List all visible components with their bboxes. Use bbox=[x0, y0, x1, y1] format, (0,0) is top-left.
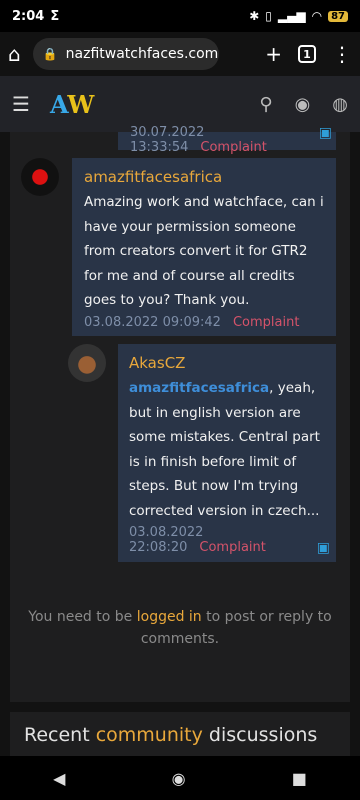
status-icons: ✱ ▯ ▂▄▆ ◠ 87 bbox=[249, 9, 348, 23]
bluetooth-icon: ✱ bbox=[249, 9, 260, 23]
menu-dots-icon[interactable]: ⋮ bbox=[332, 42, 352, 66]
comment-meta: 30.07.2022 13:33:54 Complaint bbox=[130, 125, 336, 155]
site-header: ☰ AW ⚲ ◉ ◍ bbox=[0, 76, 360, 132]
recent-discussions-title: Recent community discussions bbox=[24, 724, 318, 746]
comment-text: Amazing work and watchface, can i have y… bbox=[84, 194, 324, 308]
mention-link[interactable]: amazfitfacesafrica bbox=[129, 380, 269, 396]
comment-previous: 30.07.2022 13:33:54 Complaint ▣ bbox=[118, 125, 336, 155]
sigma-icon: Σ bbox=[50, 8, 60, 24]
login-prompt: You need to be logged in to post or repl… bbox=[28, 609, 332, 647]
comment-text: amazfitfacesafrica, yeah, but in english… bbox=[129, 380, 320, 519]
vibrate-icon: ▯ bbox=[265, 9, 272, 23]
browser-actions: + 1 ⋮ bbox=[265, 42, 352, 66]
avatar[interactable] bbox=[21, 158, 59, 196]
status-time: 2:04 bbox=[12, 8, 45, 24]
android-icon: ▣ bbox=[318, 125, 332, 141]
hamburger-menu-icon[interactable]: ☰ bbox=[12, 92, 30, 116]
address-bar[interactable]: 🔒 nazfitwatchfaces.com bbox=[32, 38, 219, 70]
url-text: nazfitwatchfaces.com bbox=[65, 46, 219, 62]
home-circle-icon[interactable]: ◉ bbox=[172, 769, 186, 788]
home-icon[interactable]: ⌂ bbox=[8, 42, 21, 66]
comment-author[interactable]: amazfitfacesafrica bbox=[84, 168, 324, 186]
complaint-link[interactable]: Complaint bbox=[233, 315, 299, 330]
comment-meta: 03.08.2022 22:08:20 Complaint bbox=[129, 525, 325, 555]
recents-icon[interactable]: ■ bbox=[292, 769, 307, 788]
complaint-link[interactable]: Complaint bbox=[199, 540, 265, 555]
globe-icon[interactable]: ◍ bbox=[332, 94, 348, 115]
new-tab-icon[interactable]: + bbox=[265, 42, 282, 66]
avatar[interactable] bbox=[68, 344, 106, 382]
status-bar: 2:04 Σ ✱ ▯ ▂▄▆ ◠ 87 bbox=[0, 0, 360, 32]
tab-switcher-button[interactable]: 1 bbox=[298, 45, 316, 63]
comment-date: 03.08.2022 22:08:20 bbox=[129, 525, 204, 555]
comment-date: 30.07.2022 13:33:54 bbox=[130, 125, 205, 155]
system-nav-bar: ◀ ◉ ■ bbox=[0, 756, 360, 800]
site-logo[interactable]: AW bbox=[50, 90, 94, 119]
comment-meta: 03.08.2022 09:09:42 Complaint bbox=[84, 315, 324, 330]
comment-item: AkasCZ amazfitfacesafrica, yeah, but in … bbox=[118, 344, 336, 562]
back-icon[interactable]: ◀ bbox=[53, 769, 65, 788]
login-link[interactable]: logged in bbox=[137, 609, 202, 625]
wifi-icon: ◠ bbox=[311, 9, 323, 23]
comment-date: 03.08.2022 09:09:42 bbox=[84, 314, 221, 330]
comment-author[interactable]: AkasCZ bbox=[129, 354, 325, 372]
android-icon: ▣ bbox=[316, 540, 330, 556]
user-icon[interactable]: ◉ bbox=[295, 94, 311, 115]
comment-item: amazfitfacesafrica Amazing work and watc… bbox=[72, 158, 336, 336]
browser-toolbar: ⌂ 🔒 nazfitwatchfaces.com + 1 ⋮ bbox=[0, 32, 360, 76]
header-icons: ⚲ ◉ ◍ bbox=[259, 94, 348, 115]
complaint-link[interactable]: Complaint bbox=[200, 140, 266, 155]
signal-icon: ▂▄▆ bbox=[277, 9, 306, 23]
search-icon[interactable]: ⚲ bbox=[259, 94, 272, 115]
battery-icon: 87 bbox=[328, 10, 348, 22]
lock-icon: 🔒 bbox=[42, 47, 58, 61]
